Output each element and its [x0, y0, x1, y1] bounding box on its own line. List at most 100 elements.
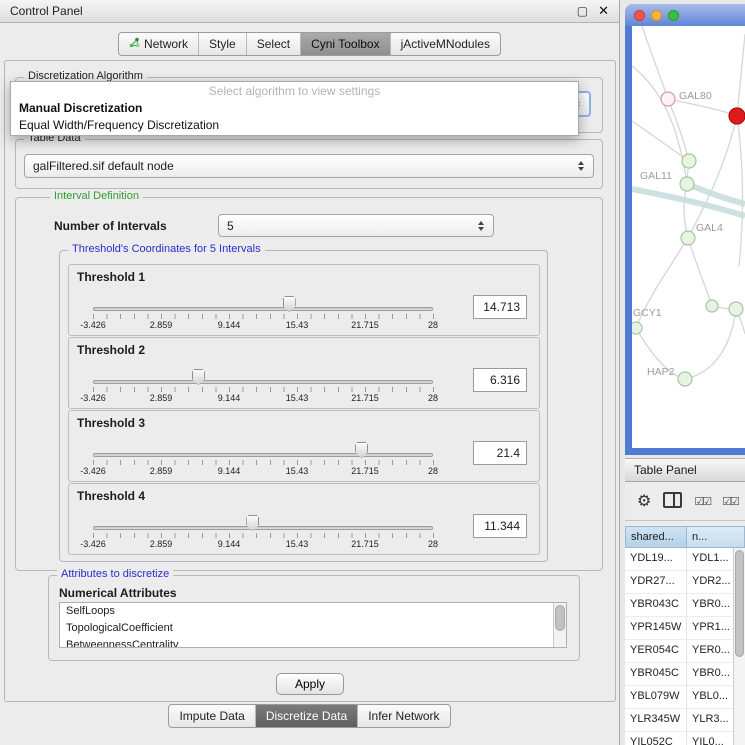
slider-scale-label: 15.43 — [286, 320, 309, 330]
network-window-titlebar[interactable] — [625, 4, 745, 26]
numerical-attributes-list: SelfLoopsTopologicalCoefficientBetweenne… — [60, 603, 566, 648]
table-cell: YDL19... — [625, 548, 687, 570]
control-panel-titlebar: Control Panel ▢ ✕ — [0, 0, 619, 23]
tab-jactivemnodules[interactable]: jActiveMNodules — [391, 33, 500, 55]
network-graph: GAL80GAL11GAL4GCY1HAP2 — [632, 26, 745, 448]
cyni-settings-panel: Discretization Algorithm Select algorith… — [4, 60, 616, 702]
svg-text:HAP2: HAP2 — [647, 366, 675, 378]
thresholds-group: Threshold's Coordinates for 5 Intervals … — [59, 250, 548, 562]
slider-scale-label: 28 — [428, 539, 438, 549]
column-header[interactable]: n... — [687, 526, 745, 548]
number-of-intervals-value: 5 — [219, 219, 473, 233]
table-cell: YBR045C — [625, 663, 687, 685]
attribute-item[interactable]: SelfLoops — [60, 603, 566, 620]
slider-track[interactable] — [93, 453, 433, 457]
tab-cyni-toolbox[interactable]: Cyni Toolbox — [301, 33, 390, 55]
dropdown-item-manual-discretization[interactable]: Manual Discretization — [11, 100, 578, 117]
table-cell: YLR345W — [625, 709, 687, 731]
table-row[interactable]: YDR27...YDR2... — [625, 571, 745, 594]
tab-select[interactable]: Select — [247, 33, 301, 55]
thresholds-group-title: Threshold's Coordinates for 5 Intervals — [68, 243, 265, 255]
network-view-window: GAL80GAL11GAL4GCY1HAP2 — [625, 4, 745, 455]
threshold-value-field[interactable]: 14.713 — [473, 295, 527, 319]
gear-icon[interactable]: ⚙ — [637, 491, 651, 511]
table-row[interactable]: YBR043CYBR0... — [625, 594, 745, 617]
slider-scale-label: 28 — [428, 393, 438, 403]
dropdown-placeholder-item[interactable]: Select algorithm to view settings — [11, 83, 578, 100]
minimize-traffic-light-icon[interactable] — [651, 10, 662, 21]
column-header[interactable]: shared... — [625, 526, 687, 548]
tab-impute-data[interactable]: Impute Data — [169, 705, 255, 727]
table-row[interactable]: YPR145WYPR1... — [625, 617, 745, 640]
table-row[interactable]: YBR045CYBR0... — [625, 663, 745, 686]
table-cell: YBR043C — [625, 594, 687, 616]
select-all-columns-icon[interactable]: ☑☑ — [694, 495, 710, 508]
slider-scale-label: 21.715 — [351, 393, 379, 403]
attribute-item[interactable]: TopologicalCoefficient — [60, 620, 566, 637]
attributes-group-title: Attributes to discretize — [57, 568, 173, 580]
node-table: shared...n... YDL19...YDL1...YDR27...YDR… — [625, 526, 745, 745]
scrollbar-thumb[interactable] — [555, 605, 565, 631]
table-cell: YDR27... — [625, 571, 687, 593]
slider-scale-label: 9.144 — [218, 393, 241, 403]
network-canvas[interactable]: GAL80GAL11GAL4GCY1HAP2 — [632, 26, 745, 448]
threshold-label: Threshold 2 — [77, 343, 145, 357]
bottom-tab-bar: Impute DataDiscretize DataInfer Network — [0, 704, 619, 728]
slider-ticks — [93, 314, 434, 319]
tab-label: Network — [144, 37, 188, 51]
slider-scale-label: 28 — [428, 320, 438, 330]
attribute-item[interactable]: BetweennessCentrality — [60, 637, 566, 648]
table-row[interactable]: YER054CYER0... — [625, 640, 745, 663]
slider-ticks — [93, 460, 434, 465]
combobox-stepper-icon — [473, 221, 493, 231]
combobox-stepper-icon — [573, 161, 593, 171]
svg-text:GAL80: GAL80 — [679, 90, 712, 102]
slider-scale-label: -3.426 — [80, 466, 106, 476]
slider-scale-label: 21.715 — [351, 466, 379, 476]
table-row[interactable]: YLR345WYLR3... — [625, 709, 745, 732]
apply-button[interactable]: Apply — [276, 673, 344, 695]
tab-discretize-data[interactable]: Discretize Data — [256, 705, 358, 727]
number-of-intervals-label: Number of Intervals — [54, 219, 167, 233]
table-row[interactable]: YDL19...YDL1... — [625, 548, 745, 571]
svg-text:GAL4: GAL4 — [696, 222, 723, 234]
slider-track[interactable] — [93, 380, 433, 384]
threshold-value-field[interactable]: 21.4 — [473, 441, 527, 465]
top-tab-bar: Network Style Select Cyni Toolbox jActiveMNo… — [0, 32, 619, 56]
slider-track[interactable] — [93, 307, 433, 311]
window-title: Control Panel — [10, 4, 83, 18]
close-traffic-light-icon[interactable] — [634, 10, 645, 21]
algorithm-dropdown-list: Select algorithm to view settings Manual… — [10, 81, 579, 136]
table-scrollbar[interactable] — [733, 548, 745, 745]
table-cell: YER054C — [625, 640, 687, 662]
slider-scale-label: 2.859 — [150, 320, 173, 330]
threshold-value-field[interactable]: 6.316 — [473, 368, 527, 392]
columns-icon[interactable] — [663, 492, 682, 511]
tab-style[interactable]: Style — [199, 33, 247, 55]
table-row[interactable]: YIL052CYIL0... — [625, 732, 745, 745]
slider-scale-label: 28 — [428, 466, 438, 476]
tab-label: Select — [257, 37, 290, 51]
control-panel-window: Control Panel ▢ ✕ Network Style Select Cyni… — [0, 0, 620, 745]
float-window-icon[interactable]: ▢ — [577, 4, 588, 18]
dropdown-item-equal-width-frequency-discretization[interactable]: Equal Width/Frequency Discretization — [11, 117, 578, 134]
numerical-attributes-listbox[interactable]: SelfLoopsTopologicalCoefficientBetweenne… — [59, 602, 567, 648]
number-of-intervals-combobox[interactable]: 5 — [218, 214, 494, 237]
threshold-value-field[interactable]: 11.344 — [473, 514, 527, 538]
zoom-traffic-light-icon[interactable] — [668, 10, 679, 21]
tab-network[interactable]: Network — [119, 33, 199, 55]
slider-track[interactable] — [93, 526, 433, 530]
table-cell: YIL052C — [625, 732, 687, 745]
table-data-combobox[interactable]: galFiltered.sif default node — [24, 154, 594, 178]
tab-label: Cyni Toolbox — [311, 37, 379, 51]
table-toolbar: ⚙ ☑☑ ☑☑ — [625, 482, 745, 521]
table-row[interactable]: YBL079WYBL0... — [625, 686, 745, 709]
table-cell: YPR145W — [625, 617, 687, 639]
scrollbar-thumb[interactable] — [735, 550, 744, 657]
attributes-group: Attributes to discretize Numerical Attri… — [48, 575, 580, 661]
close-icon[interactable]: ✕ — [598, 3, 609, 19]
attributes-scrollbar[interactable] — [553, 603, 566, 647]
threshold-label: Threshold 1 — [77, 270, 145, 284]
tab-infer-network[interactable]: Infer Network — [358, 705, 449, 727]
select-visible-columns-icon[interactable]: ☑☑ — [722, 495, 738, 508]
